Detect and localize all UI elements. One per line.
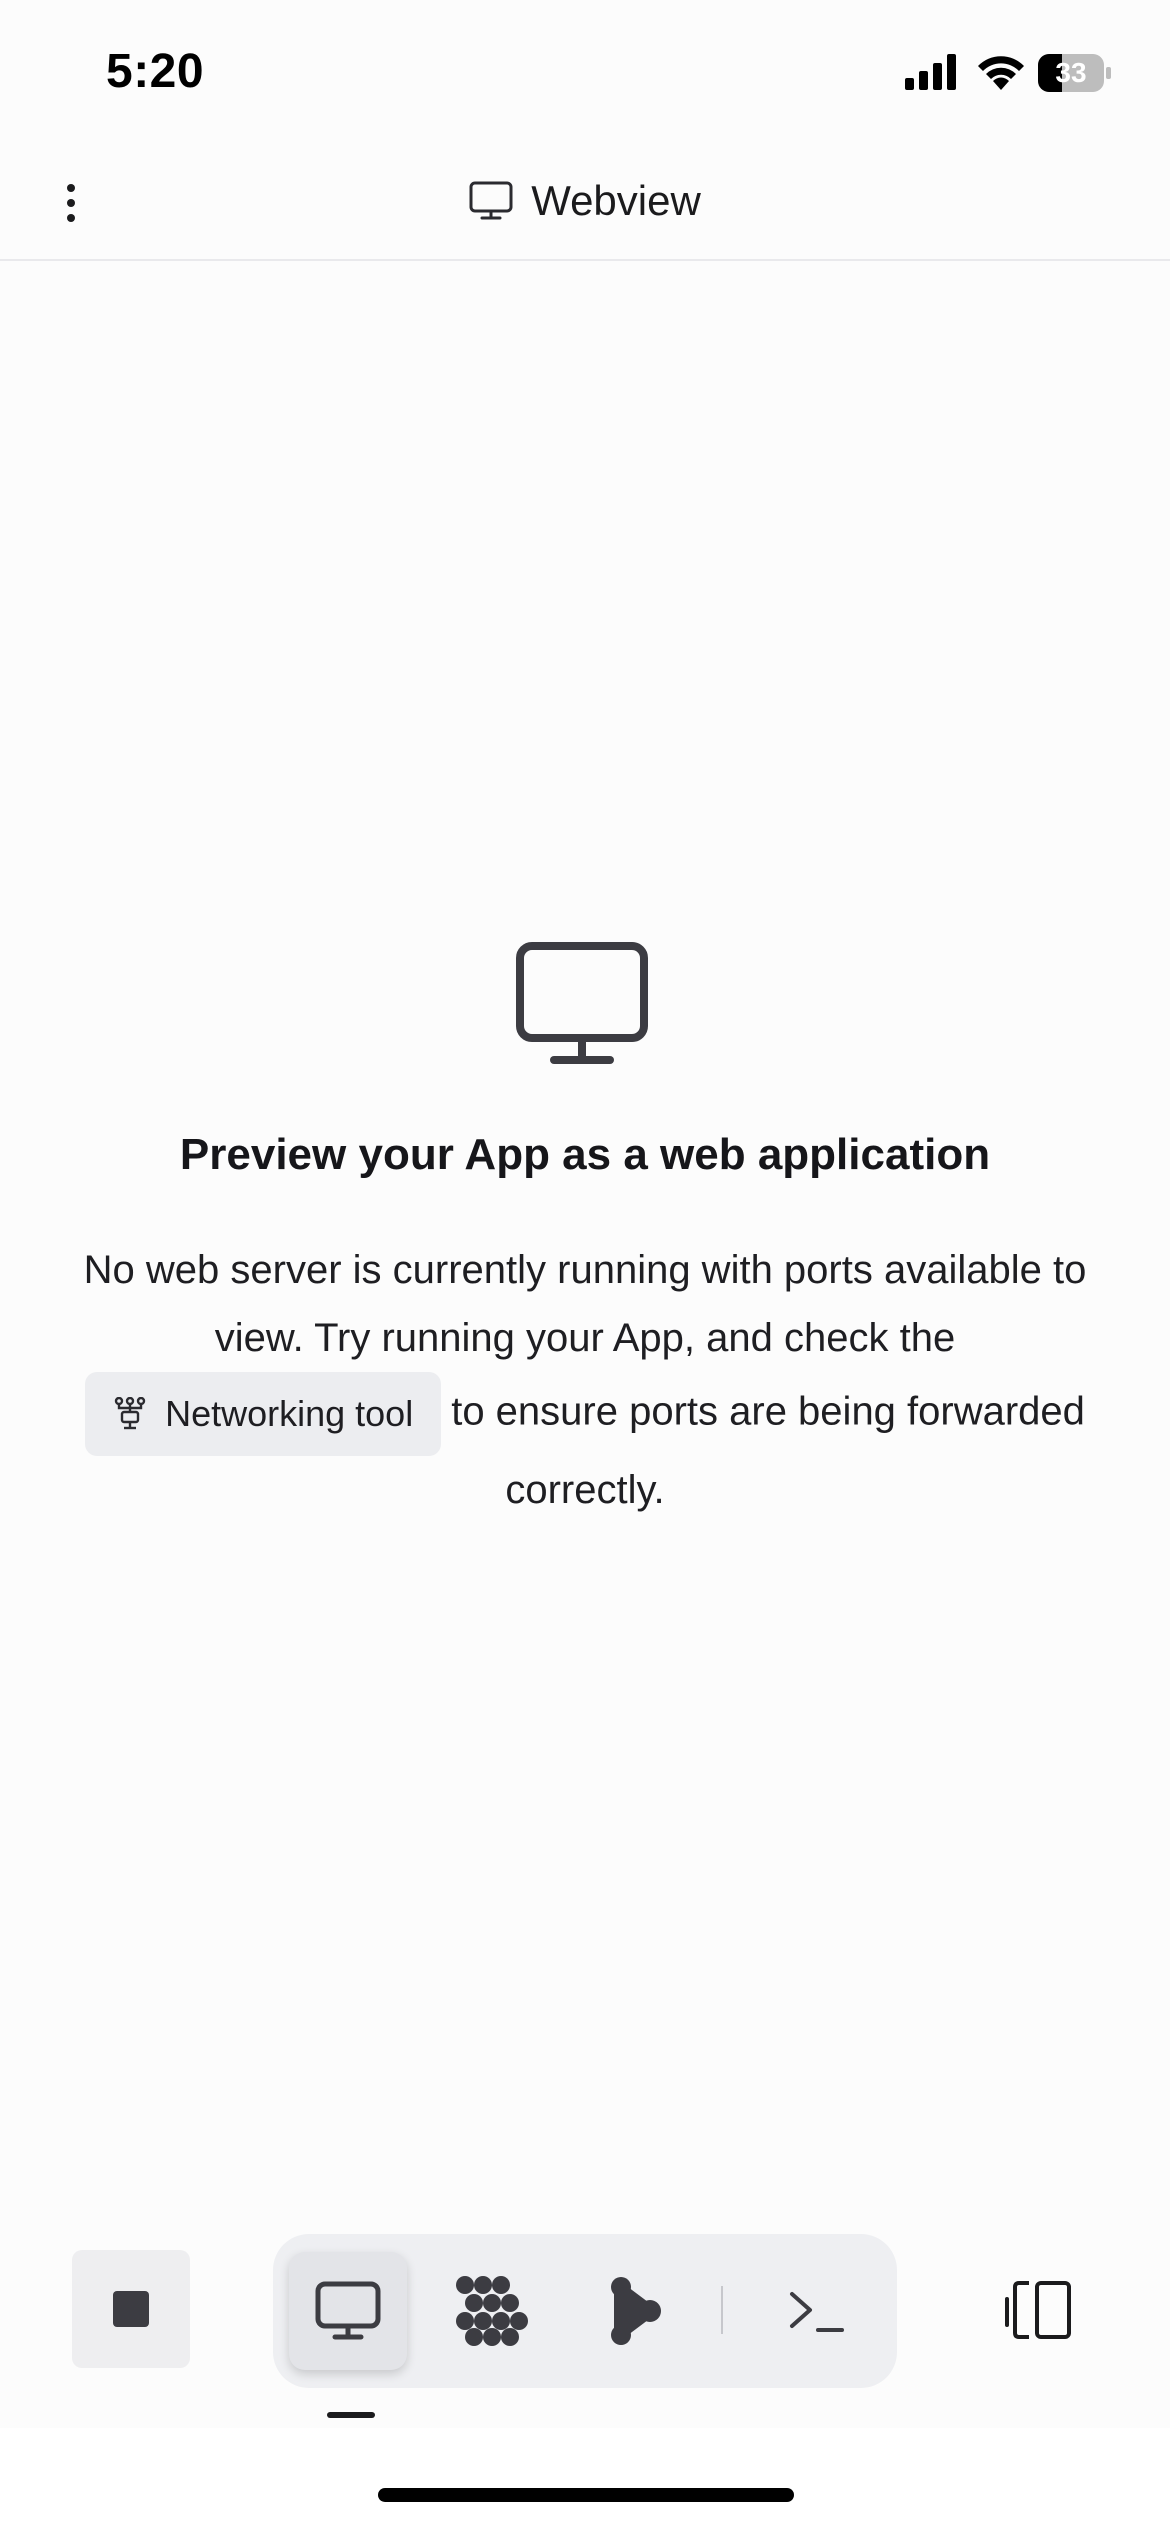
empty-state-title: Preview your App as a web application: [179, 1130, 991, 1179]
monitor-icon: [469, 181, 513, 219]
network-icon: [114, 1397, 146, 1430]
stop-button[interactable]: [72, 2250, 190, 2368]
empty-state-description: No web server is currently running with …: [40, 1236, 1130, 1524]
app-header: Webview: [0, 140, 1170, 261]
battery-level: 33: [1055, 57, 1087, 88]
monitor-icon: [516, 942, 648, 1064]
battery-icon: 33: [1038, 54, 1112, 92]
home-indicator[interactable]: [378, 2488, 794, 2502]
status-bar: 5:20 33: [0, 0, 1170, 140]
dots-grid-icon: [456, 2276, 528, 2346]
panel-toggle-button[interactable]: [980, 2260, 1098, 2360]
networking-tool-label: Networking tool: [165, 1393, 414, 1434]
screen: 5:20 33 Webview Preview your App as a we…: [0, 0, 1170, 2532]
git-branch-icon: [611, 2277, 661, 2345]
toolbar-divider: [721, 2286, 723, 2334]
wifi-icon: [978, 56, 1024, 90]
description-text-after: to ensure ports are being forwarded corr…: [451, 1389, 1085, 1512]
monitor-icon: [315, 2281, 381, 2340]
git-tool-button[interactable]: [577, 2252, 695, 2370]
networking-tool-button[interactable]: Networking tool: [85, 1372, 442, 1456]
header-title-group: Webview: [0, 140, 1170, 261]
status-time: 5:20: [106, 45, 205, 98]
bottom-safe-area: [0, 2428, 1170, 2532]
dots-tool-button[interactable]: [433, 2252, 551, 2370]
tool-switcher: [273, 2234, 897, 2388]
cellular-signal-icon: [905, 54, 956, 90]
shell-tool-button[interactable]: [757, 2252, 875, 2370]
webview-tool-button[interactable]: [289, 2252, 407, 2370]
panel-toggle-icon: [1005, 2281, 1071, 2339]
active-tab-indicator: [327, 2412, 375, 2418]
terminal-icon: [790, 2292, 844, 2332]
page-title: Webview: [531, 176, 701, 224]
description-text-before: No web server is currently running with …: [83, 1248, 1087, 1360]
stop-icon: [113, 2291, 149, 2327]
